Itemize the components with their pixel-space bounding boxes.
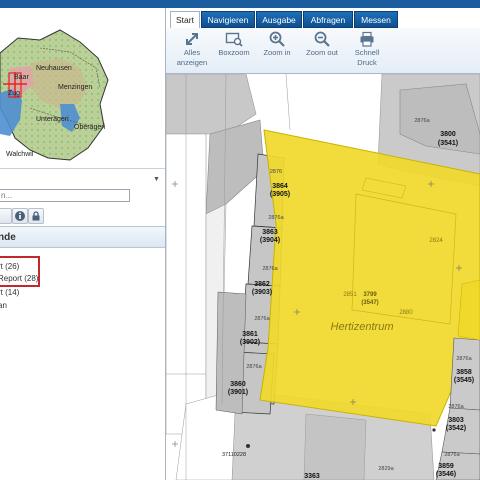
overview-label-menzingen: Menzingen <box>58 84 93 91</box>
overview-label-neuhausen: Neuhausen <box>36 65 72 72</box>
list-item[interactable]: an <box>0 301 7 310</box>
parcel-number: 3858 <box>456 369 472 376</box>
overview-label-oberageri: Oberägeri <box>74 124 106 131</box>
survey-point-label: 37110228 <box>222 452 246 458</box>
parcel-id: (3546) <box>436 471 456 478</box>
building-name: Hertizentrum <box>331 321 394 333</box>
overview-label-walchwil: Walchwil <box>6 151 34 158</box>
zoom-out-label: Zoom out <box>306 48 338 57</box>
box-zoom-icon <box>225 32 243 47</box>
parcel-id: (3903) <box>252 289 272 296</box>
legend-header[interactable]: nde <box>0 226 165 248</box>
zoom-in-icon <box>269 31 285 47</box>
show-all-button[interactable]: Alles anzeigen <box>170 31 214 73</box>
zoom-in-button[interactable]: Zoom in <box>256 31 298 73</box>
parcel-id: (3901) <box>228 389 248 396</box>
printer-icon <box>360 31 374 47</box>
building-number: 2876a <box>444 452 460 458</box>
left-panel: Baar Zug Neuhausen Menzingen Unterägeri … <box>0 8 166 480</box>
zoom-out-icon <box>314 31 330 47</box>
tool-tab-layers[interactable] <box>0 208 12 224</box>
parcel-number: 3363 <box>304 473 320 480</box>
parcel-number: 3799 <box>363 292 377 298</box>
overview-label-zug: Zug <box>8 90 21 97</box>
parcel-id: (3904) <box>260 237 280 244</box>
parcel-number: 3860 <box>230 381 246 388</box>
building-number: 2876a <box>246 364 262 370</box>
quick-print-button[interactable]: Schnell Druck <box>346 31 388 73</box>
tab-start[interactable]: Start <box>170 11 200 29</box>
ribbon-toolbar: Alles anzeigen Boxzoom Zoom in Zoom out <box>166 28 480 74</box>
building-number: 2876a <box>254 316 270 322</box>
search-input[interactable] <box>0 189 130 202</box>
building-number: 2876a <box>448 404 464 410</box>
parcel-number: 3800 <box>440 131 456 138</box>
building-number: 2876a <box>456 356 472 362</box>
legend-title: nde <box>0 232 16 243</box>
lock-icon[interactable] <box>28 208 44 224</box>
expand-arrow-icon <box>186 33 198 45</box>
map-labels-layer: 3800 (3541) 2876a 3864 (3905) 2876 3863 … <box>222 118 474 480</box>
quick-print-label-1: Schnell <box>354 48 380 57</box>
parcel-number: 3863 <box>262 229 278 236</box>
overview-label-baar: Baar <box>14 74 29 81</box>
building-number: 2829a <box>378 466 394 472</box>
building-number: 2876a <box>262 266 278 272</box>
building-number: 2876a <box>414 118 430 124</box>
parcel-number: 3864 <box>272 183 288 190</box>
list-item[interactable]: Report (28) <box>0 274 38 283</box>
list-item[interactable]: rt (26) <box>0 262 19 271</box>
building-number: 2876a <box>268 215 284 221</box>
parcel-id: (3541) <box>438 140 458 147</box>
ribbon-tab-bar: Start Navigieren Ausgabe Abfragen Messen <box>166 8 480 29</box>
show-all-label-1: Alles <box>183 48 201 57</box>
map-canvas[interactable]: 3800 (3541) 2876a 3864 (3905) 2876 3863 … <box>166 74 480 480</box>
parcel-number: 3862 <box>254 281 270 288</box>
parcel-id: (3545) <box>454 377 474 384</box>
tab-abfragen[interactable]: Abfragen <box>303 11 353 28</box>
parcel-number: 3859 <box>438 463 454 470</box>
boxzoom-button[interactable]: Boxzoom <box>214 31 254 73</box>
zoom-out-button[interactable]: Zoom out <box>300 31 344 73</box>
building-number: 2824 <box>429 238 443 244</box>
show-all-label-2: anzeigen <box>176 58 208 67</box>
parcel-number: 3803 <box>448 417 464 424</box>
tab-messen[interactable]: Messen <box>354 11 398 28</box>
boxzoom-label: Boxzoom <box>218 48 250 57</box>
overview-label-unterageri: Unterägeri <box>36 116 69 123</box>
zoom-in-label: Zoom in <box>263 48 291 57</box>
parcel-id: (3542) <box>446 425 466 432</box>
collapse-chevron-icon[interactable]: ▼ <box>153 176 160 183</box>
building-number: 2851 <box>343 292 357 298</box>
parcel-number: 3861 <box>242 331 258 338</box>
tab-navigieren[interactable]: Navigieren <box>201 11 255 28</box>
parcel-id: (3902) <box>240 339 260 346</box>
panel-divider <box>0 168 165 169</box>
app-top-bar <box>0 0 480 8</box>
overview-map[interactable]: Baar Zug Neuhausen Menzingen Unterägeri … <box>0 8 165 168</box>
list-item[interactable]: rt (14) <box>0 288 19 297</box>
building-number: 2876 <box>270 169 282 175</box>
parcel-id: (3547) <box>361 300 378 306</box>
info-icon[interactable] <box>12 208 28 224</box>
building-number: 2880 <box>399 310 413 316</box>
quick-print-label-2: Druck <box>357 58 377 67</box>
parcel-id: (3905) <box>270 191 290 198</box>
tab-ausgabe[interactable]: Ausgabe <box>256 11 302 28</box>
